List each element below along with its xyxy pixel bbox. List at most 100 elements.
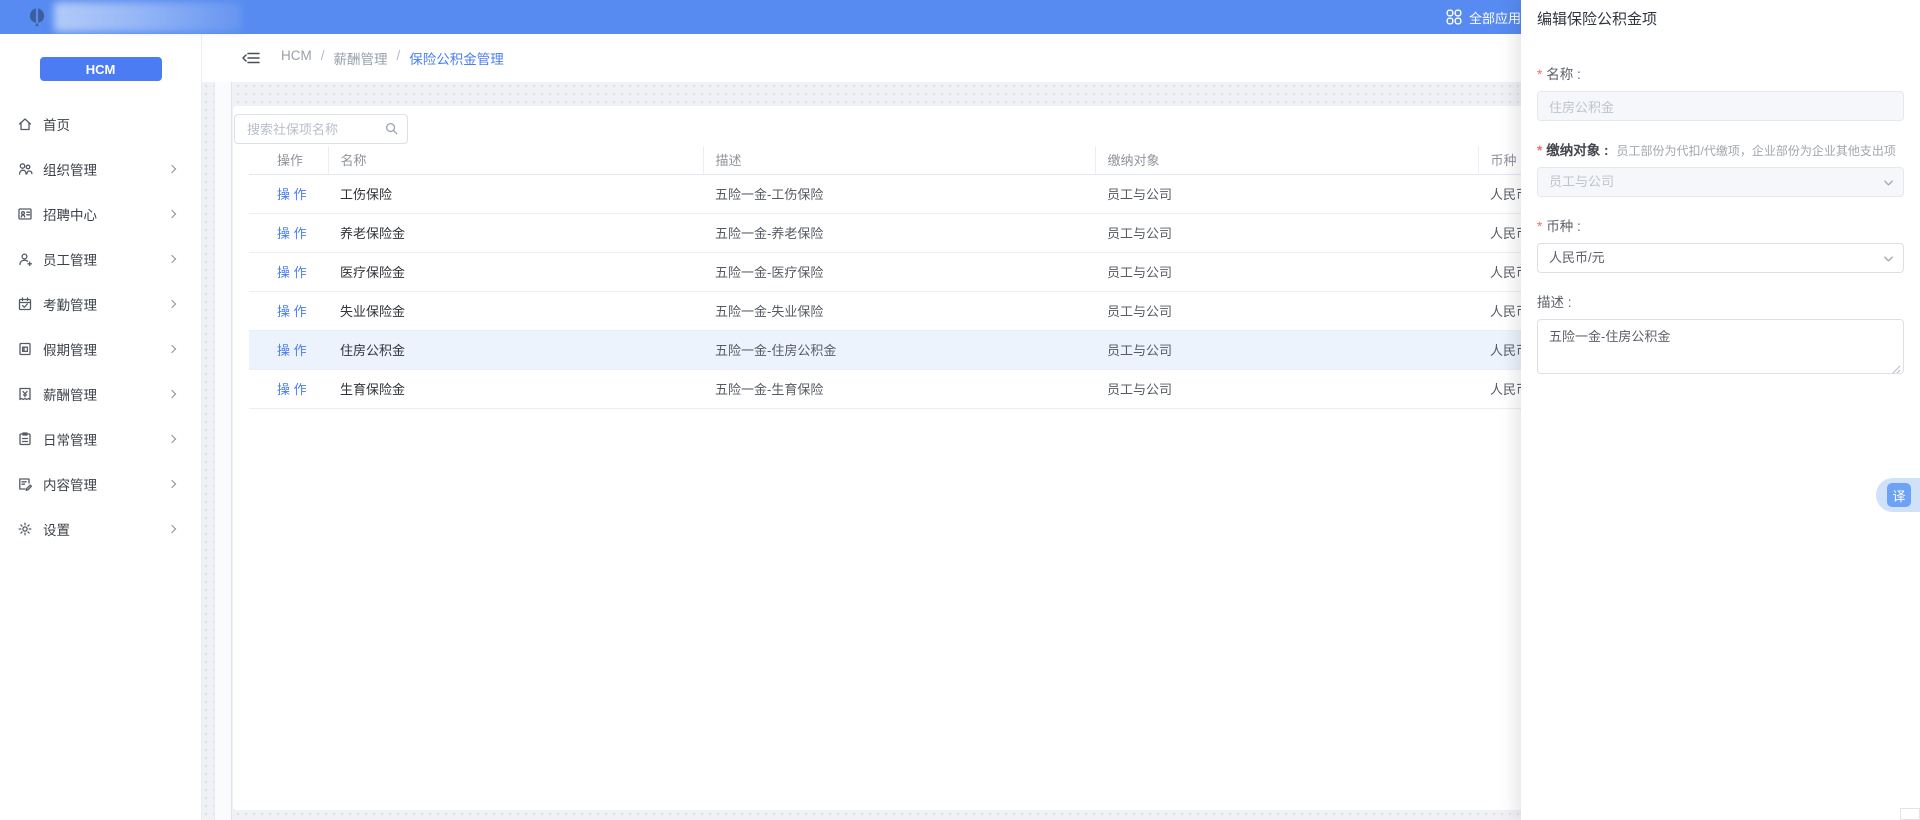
breadcrumb-item-current[interactable]: 保险公积金管理	[409, 48, 504, 68]
cell-description: 五险一金-住房公积金	[703, 330, 1095, 370]
chevron-down-icon	[1884, 256, 1893, 262]
row-action-link[interactable]: 操 作	[277, 226, 307, 241]
all-apps-label: 全部应用	[1469, 10, 1522, 26]
sidebar-item-recruitment[interactable]: 招聘中心	[0, 191, 201, 236]
currency-select[interactable]: 人民币/元	[1537, 243, 1904, 273]
settings-icon	[18, 522, 32, 535]
cell-name: 生育保险金	[328, 369, 703, 409]
field-name-label: 名称	[1546, 67, 1574, 82]
sidebar-item-home[interactable]: 首页	[0, 101, 201, 146]
cell-name: 工伤保险	[328, 174, 703, 214]
column-header-name: 名称	[328, 146, 704, 175]
field-payer-label: 缴纳对象	[1546, 143, 1601, 158]
chevron-right-icon	[167, 164, 177, 173]
required-mark: *	[1537, 143, 1543, 158]
hcm-logo-button[interactable]: HCM	[39, 57, 162, 81]
chevron-right-icon	[167, 434, 177, 443]
brand-name-blurred	[54, 2, 242, 32]
search-icon[interactable]	[384, 121, 399, 136]
cell-name: 医疗保险金	[328, 252, 703, 292]
chevron-right-icon	[167, 524, 177, 533]
sidebar-item-employees[interactable]: 员工管理	[0, 236, 201, 281]
field-description: 描述 : 五险一金-住房公积金	[1537, 291, 1904, 374]
all-apps-button[interactable]: 全部应用	[1446, 0, 1521, 34]
translate-button[interactable]: 译	[1887, 483, 1911, 507]
chevron-right-icon	[167, 344, 177, 353]
drawer-title: 编辑保险公积金项	[1537, 11, 1658, 28]
cell-name: 住房公积金	[328, 330, 703, 370]
breadcrumb: HCM / 薪酬管理 / 保险公积金管理	[281, 48, 504, 68]
cell-payer: 员工与公司	[1095, 291, 1478, 331]
cell-name: 养老保险金	[328, 213, 703, 253]
edit-insurance-drawer: 编辑保险公积金项 *名称 : *缴纳对象 :员工部份为代扣/代缴项，企业部份为企…	[1521, 0, 1920, 820]
cell-description: 五险一金-生育保险	[703, 369, 1095, 409]
chevron-right-icon	[167, 209, 177, 218]
sidebar-fold-button[interactable]	[241, 48, 261, 68]
cell-payer: 员工与公司	[1095, 252, 1478, 292]
chevron-down-icon	[1884, 180, 1893, 186]
sidebar-item-organization[interactable]: 组织管理	[0, 146, 201, 191]
required-mark: *	[1537, 67, 1543, 82]
cell-payer: 员工与公司	[1095, 213, 1478, 253]
cell-payer: 员工与公司	[1095, 369, 1478, 409]
app-grid-icon	[1446, 9, 1462, 25]
sidebar-item-settings[interactable]: 设置	[0, 506, 201, 551]
search-input[interactable]	[234, 114, 408, 144]
cell-name: 失业保险金	[328, 291, 703, 331]
cell-description: 五险一金-医疗保险	[703, 252, 1095, 292]
cell-description: 五险一金-工伤保险	[703, 174, 1095, 214]
row-action-link[interactable]: 操 作	[277, 265, 307, 280]
search-box	[234, 114, 408, 144]
row-action-link[interactable]: 操 作	[277, 304, 307, 319]
resize-grip-icon[interactable]	[1892, 362, 1901, 374]
row-action-link[interactable]: 操 作	[277, 343, 307, 358]
employee-icon	[19, 252, 33, 266]
content-icon	[19, 477, 33, 491]
row-action-link[interactable]: 操 作	[277, 382, 307, 397]
field-payer-hint: 员工部份为代扣/代缴项，企业部份为企业其他支出项	[1616, 144, 1896, 158]
breadcrumb-item-payroll[interactable]: 薪酬管理	[334, 48, 388, 68]
required-mark: *	[1537, 219, 1543, 234]
cell-description: 五险一金-养老保险	[703, 213, 1095, 253]
sidebar: HCM 首页 组织管理 招聘中心 员工管理 考勤管理 假期管理 薪酬管理 日常管…	[0, 34, 202, 820]
home-icon	[18, 117, 32, 130]
name-input[interactable]	[1538, 92, 1903, 120]
payer-select[interactable]: 员工与公司	[1537, 167, 1904, 197]
scrollbar-track[interactable]	[214, 82, 232, 820]
breadcrumb-separator: /	[320, 48, 325, 63]
field-payer: * 缴纳对象 : 员工部份为代扣/代缴项，企业部份为企业其他支出项 员工与公司	[1537, 139, 1904, 197]
column-header-payer: 缴纳对象	[1095, 146, 1479, 175]
translate-widget: 译	[1876, 478, 1920, 512]
org-icon	[18, 162, 33, 175]
sidebar-item-attendance[interactable]: 考勤管理	[0, 281, 201, 326]
cell-description: 五险一金-失业保险	[703, 291, 1095, 331]
scrollbar-corner	[1900, 808, 1920, 820]
breadcrumb-item-hcm[interactable]: HCM	[281, 48, 312, 68]
chevron-right-icon	[167, 254, 177, 263]
chevron-right-icon	[167, 389, 177, 398]
column-header-description: 描述	[703, 146, 1096, 175]
name-input-wrap	[1537, 91, 1904, 121]
attendance-icon	[18, 296, 32, 310]
sidebar-item-daily[interactable]: 日常管理	[0, 416, 201, 461]
sidebar-item-content[interactable]: 内容管理	[0, 461, 201, 506]
daily-icon	[19, 431, 31, 445]
recruit-icon	[18, 207, 32, 220]
salary-icon	[19, 387, 31, 400]
drawer-form: *名称 : *缴纳对象 :员工部份为代扣/代缴项，企业部份为企业其他支出项 员工…	[1537, 63, 1904, 374]
description-textarea[interactable]: 五险一金-住房公积金	[1549, 326, 1892, 367]
field-description-label: 描述	[1537, 295, 1564, 310]
cell-payer: 员工与公司	[1095, 330, 1478, 370]
fold-menu-icon	[242, 52, 260, 64]
column-header-action: 操作	[249, 146, 329, 175]
chevron-right-icon	[167, 479, 177, 488]
sidebar-item-payroll[interactable]: 薪酬管理	[0, 371, 201, 416]
field-name: * 名称 :	[1537, 63, 1904, 121]
field-currency: * 币种 : 人民币/元	[1537, 215, 1904, 273]
row-action-link[interactable]: 操 作	[277, 187, 307, 202]
breadcrumb-separator: /	[396, 48, 401, 63]
chevron-right-icon	[167, 299, 177, 308]
cell-payer: 员工与公司	[1095, 174, 1478, 214]
sidebar-item-leave[interactable]: 假期管理	[0, 326, 201, 371]
brand-logo-icon	[29, 8, 45, 27]
